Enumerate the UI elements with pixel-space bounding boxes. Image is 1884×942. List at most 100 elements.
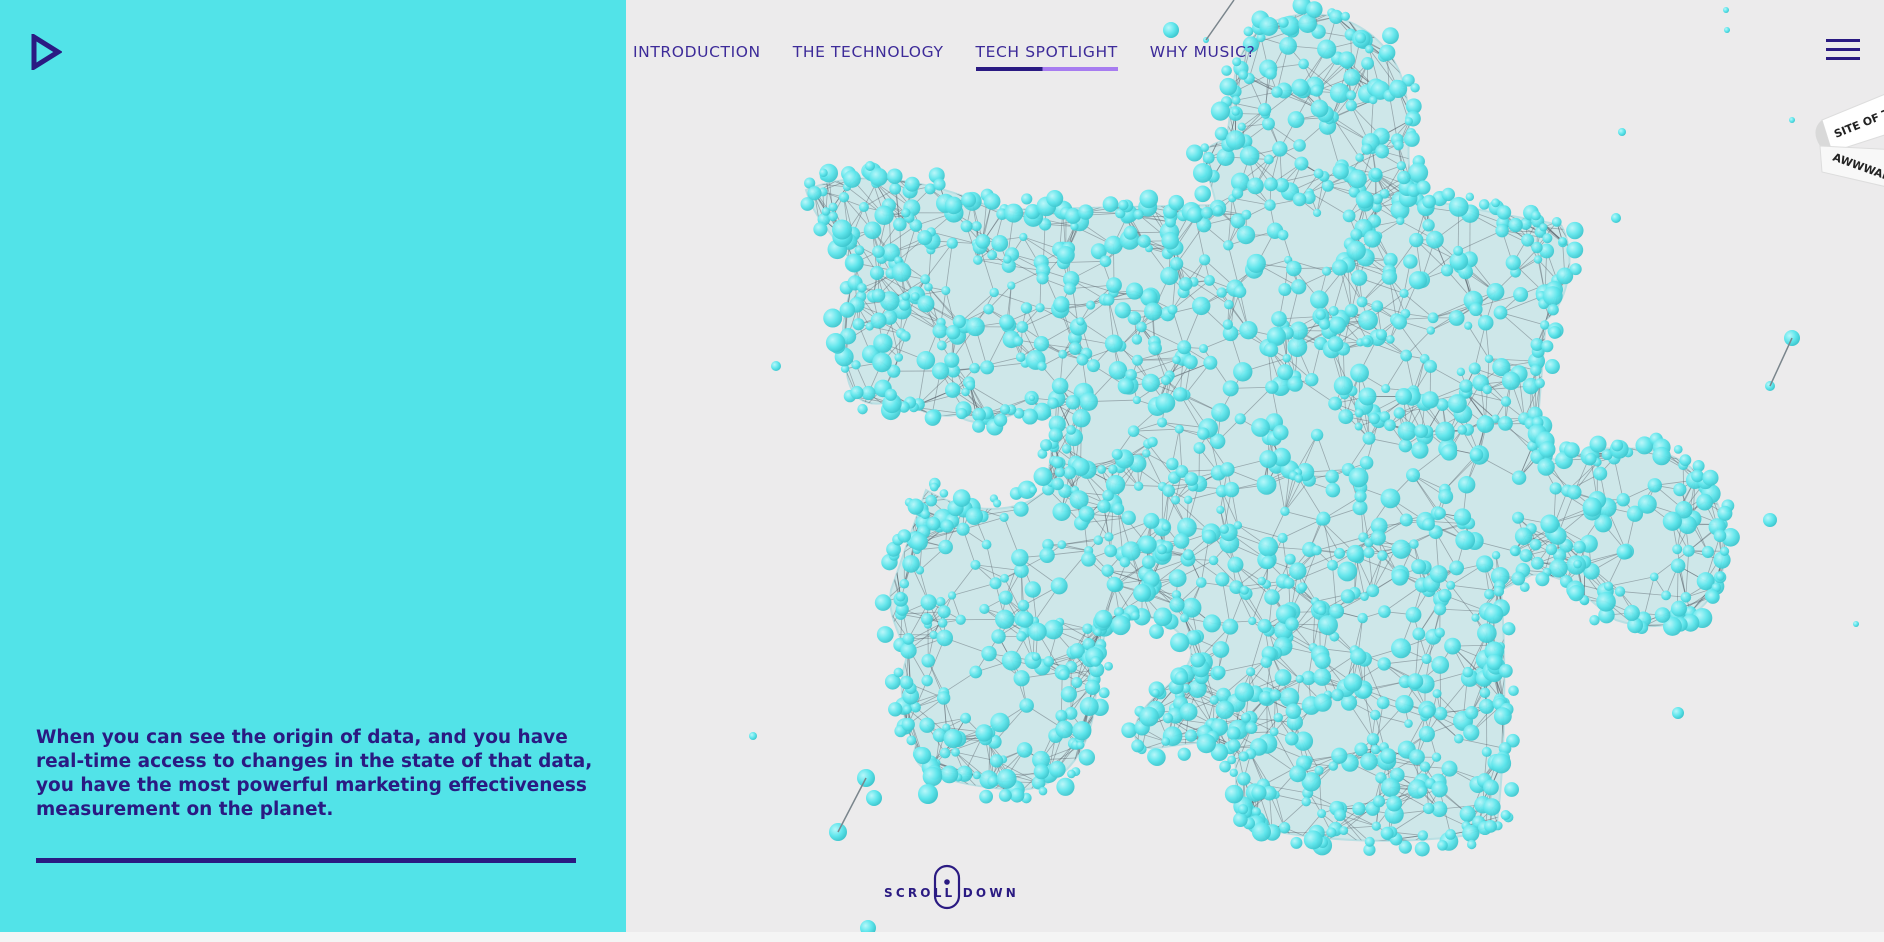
network-node xyxy=(917,230,933,246)
network-node xyxy=(1136,321,1147,333)
network-node xyxy=(1310,290,1329,310)
network-node xyxy=(945,324,961,340)
network-node xyxy=(975,233,991,249)
network-node xyxy=(1143,512,1160,529)
puzzle-visual xyxy=(626,0,1884,932)
network-node xyxy=(1065,394,1081,410)
network-node xyxy=(1108,361,1128,380)
network-node xyxy=(1161,522,1171,532)
logo-icon[interactable] xyxy=(30,34,62,70)
network-node xyxy=(956,522,970,536)
network-node xyxy=(1368,95,1378,105)
network-node xyxy=(943,729,963,749)
network-node xyxy=(1277,229,1289,241)
network-node xyxy=(1016,742,1033,758)
network-node xyxy=(969,665,983,679)
network-node xyxy=(1298,58,1309,70)
network-node xyxy=(858,202,869,213)
network-node xyxy=(1358,387,1377,406)
network-node xyxy=(1223,240,1234,251)
network-node xyxy=(1137,234,1151,248)
network-node xyxy=(1210,101,1231,121)
network-node xyxy=(1310,99,1329,118)
network-node xyxy=(999,314,1015,330)
network-node xyxy=(1021,193,1033,205)
network-node xyxy=(1457,476,1476,494)
network-node xyxy=(1391,568,1409,586)
network-node xyxy=(1313,668,1332,686)
network-node xyxy=(1287,337,1308,357)
network-node xyxy=(1215,700,1235,720)
network-node xyxy=(1233,521,1243,530)
network-node xyxy=(1312,208,1322,217)
network-node xyxy=(1133,583,1152,602)
network-node xyxy=(1501,371,1521,391)
network-node xyxy=(1395,388,1413,405)
network-node xyxy=(1514,527,1533,546)
network-node xyxy=(1343,673,1363,692)
network-node xyxy=(1363,547,1375,559)
network-node xyxy=(933,178,946,191)
network-node xyxy=(999,512,1009,522)
network-node xyxy=(1334,809,1347,822)
network-node xyxy=(1099,255,1112,268)
network-node xyxy=(1273,712,1283,723)
network-node xyxy=(965,380,976,391)
network-node xyxy=(1285,703,1302,720)
network-node xyxy=(1076,317,1085,326)
network-node xyxy=(1361,57,1374,70)
network-node xyxy=(936,691,951,705)
network-node xyxy=(1396,216,1405,226)
network-node xyxy=(1477,623,1497,643)
network-node xyxy=(1573,559,1582,569)
network-node xyxy=(1215,572,1230,587)
network-node xyxy=(917,295,935,313)
network-node xyxy=(951,747,960,757)
network-node xyxy=(1055,709,1068,722)
network-node xyxy=(1212,205,1224,216)
network-node xyxy=(1013,670,1030,687)
network-node xyxy=(1542,233,1553,244)
network-node xyxy=(1305,372,1319,387)
network-node xyxy=(1203,355,1218,370)
network-node xyxy=(1060,686,1077,703)
network-node xyxy=(1263,154,1274,165)
network-node xyxy=(1395,694,1414,714)
network-node xyxy=(1414,424,1429,439)
network-node xyxy=(1111,448,1123,460)
network-node xyxy=(1197,427,1210,440)
network-node xyxy=(947,591,957,600)
network-node xyxy=(1194,185,1211,203)
network-node xyxy=(1433,602,1447,616)
network-node xyxy=(1549,482,1562,495)
network-node xyxy=(1603,581,1614,591)
network-node xyxy=(1332,163,1349,180)
network-node xyxy=(955,614,966,625)
network-node xyxy=(1511,470,1527,485)
network-node xyxy=(989,754,1004,768)
network-node xyxy=(1285,617,1299,631)
network-node xyxy=(1204,274,1215,286)
network-node xyxy=(1184,495,1193,505)
network-node xyxy=(989,287,999,298)
network-node xyxy=(1118,199,1129,211)
network-node xyxy=(1360,752,1378,771)
network-node xyxy=(1234,682,1255,702)
network-node xyxy=(938,539,953,555)
network-node xyxy=(1396,161,1406,171)
network-node xyxy=(1131,354,1143,366)
network-node xyxy=(1328,316,1347,334)
network-node xyxy=(981,539,992,550)
network-node xyxy=(900,331,911,342)
network-node xyxy=(1239,320,1258,340)
network-node xyxy=(1321,266,1332,276)
network-node xyxy=(904,176,920,192)
network-node xyxy=(937,618,948,628)
network-node xyxy=(1202,151,1215,164)
network-node xyxy=(1257,618,1272,634)
network-node xyxy=(937,605,951,619)
network-node xyxy=(1147,436,1158,448)
network-node xyxy=(1348,169,1367,189)
network-node xyxy=(1357,612,1368,624)
network-node xyxy=(1567,485,1582,500)
